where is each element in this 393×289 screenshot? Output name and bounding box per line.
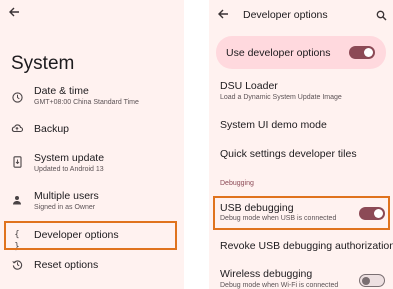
cloud-upload-icon <box>11 123 24 135</box>
item-subtitle: GMT+08:00 China Standard Time <box>34 99 139 106</box>
settings-item-system-update[interactable]: System update Updated to Android 13 <box>0 151 184 177</box>
item-subtitle: Load a Dynamic System Update Image <box>220 94 342 101</box>
item-label: Multiple users <box>34 190 99 202</box>
item-subtitle: Updated to Android 13 <box>34 166 104 173</box>
wireless-debugging-item[interactable]: Wireless debugging Debug mode when Wi-Fi… <box>209 266 393 289</box>
back-arrow-icon[interactable] <box>8 6 20 20</box>
settings-item-date-time[interactable]: Date & time GMT+08:00 China Standard Tim… <box>0 84 184 114</box>
usb-debugging-highlight <box>213 196 390 230</box>
item-label: Quick settings developer tiles <box>220 148 357 160</box>
item-label: Backup <box>34 123 70 135</box>
item-label: DSU Loader <box>220 80 278 92</box>
history-icon <box>11 259 23 271</box>
quick-settings-developer-tiles-item[interactable]: Quick settings developer tiles <box>209 146 393 164</box>
page-title: System <box>11 53 75 74</box>
item-label: Date & time <box>34 85 89 97</box>
page-title: Developer options <box>243 9 328 21</box>
use-developer-options-toggle[interactable] <box>349 46 375 59</box>
back-arrow-icon[interactable] <box>217 8 229 22</box>
debugging-section-header: Debugging <box>220 180 254 187</box>
dsu-loader-item[interactable]: DSU Loader Load a Dynamic System Update … <box>209 78 393 104</box>
developer-options-screen: Developer options Use developer options … <box>209 0 393 289</box>
search-icon[interactable] <box>376 8 387 26</box>
item-label: Reset options <box>34 259 99 271</box>
system-update-icon <box>11 156 23 168</box>
clock-icon <box>11 92 23 104</box>
item-subtitle: Signed in as Owner <box>34 204 96 211</box>
item-subtitle: Debug mode when Wi-Fi is connected <box>220 282 339 289</box>
settings-item-backup[interactable]: Backup <box>0 121 184 139</box>
item-label: Wireless debugging <box>220 268 313 280</box>
revoke-usb-authorizations-item[interactable]: Revoke USB debugging authorizations <box>209 238 393 256</box>
item-label: System UI demo mode <box>220 119 327 131</box>
developer-options-highlight <box>4 221 177 250</box>
system-settings-screen: System Date & time GMT+08:00 China Stand… <box>0 0 184 289</box>
use-developer-options-label: Use developer options <box>226 47 331 59</box>
item-label: Revoke USB debugging authorizations <box>220 240 393 252</box>
settings-item-multiple-users[interactable]: Multiple users Signed in as Owner <box>0 189 184 215</box>
person-icon <box>11 195 23 207</box>
use-developer-options-card[interactable]: Use developer options <box>216 36 386 69</box>
wireless-debugging-toggle[interactable] <box>359 274 385 287</box>
settings-item-reset-options[interactable]: Reset options <box>0 257 184 275</box>
item-label: System update <box>34 152 105 164</box>
system-ui-demo-mode-item[interactable]: System UI demo mode <box>209 117 393 135</box>
